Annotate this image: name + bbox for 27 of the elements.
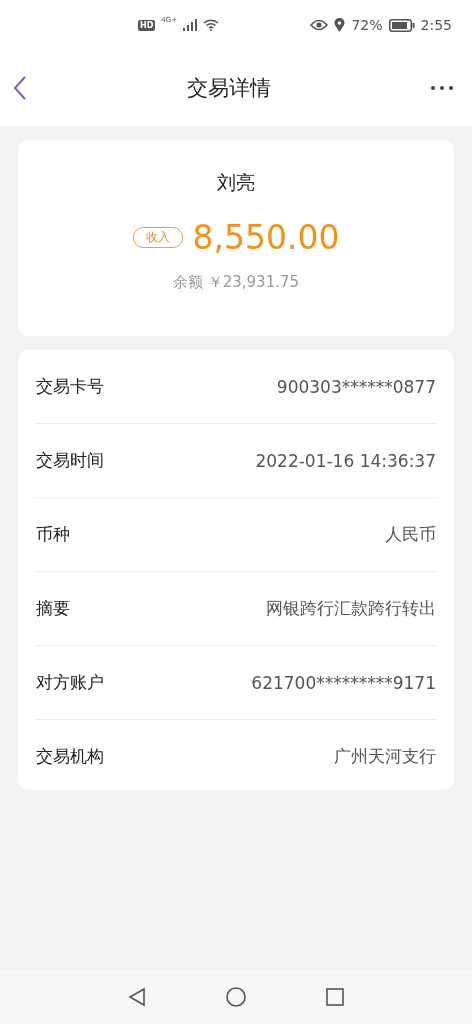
detail-value: 900303******0877: [276, 376, 436, 397]
balance-value: ￥23,931.75: [207, 273, 300, 291]
detail-label: 交易时间: [36, 449, 104, 472]
eye-icon: [310, 19, 329, 31]
detail-label: 摘要: [36, 597, 70, 620]
payee-name: 刘亮: [217, 170, 255, 195]
detail-value: 广州天河支行: [334, 745, 436, 768]
battery-percent: 72%: [351, 17, 383, 33]
detail-value: 人民币: [385, 523, 436, 546]
detail-label: 币种: [36, 523, 70, 546]
detail-value: 2022-01-16 14:36:37: [255, 450, 436, 471]
detail-label: 对方账户: [36, 671, 104, 694]
battery-icon: [388, 18, 415, 32]
balance-label: 余额: [172, 273, 203, 291]
detail-value: 621700*********9171: [251, 672, 436, 693]
wifi-icon: [203, 19, 220, 31]
income-tag: 收入: [132, 227, 183, 248]
detail-label: 交易卡号: [36, 375, 104, 398]
more-icon[interactable]: [430, 85, 454, 91]
signal-icon: [183, 19, 198, 31]
location-icon: [334, 18, 346, 32]
clock: 2:55: [420, 17, 452, 33]
page-title: 交易详情: [186, 75, 272, 102]
hd-indicator: HD: [138, 19, 156, 31]
amount: 8,550.00: [192, 218, 340, 257]
detail-value: 网银跨行汇款跨行转出: [266, 597, 436, 620]
detail-label: 交易机构: [36, 745, 104, 768]
